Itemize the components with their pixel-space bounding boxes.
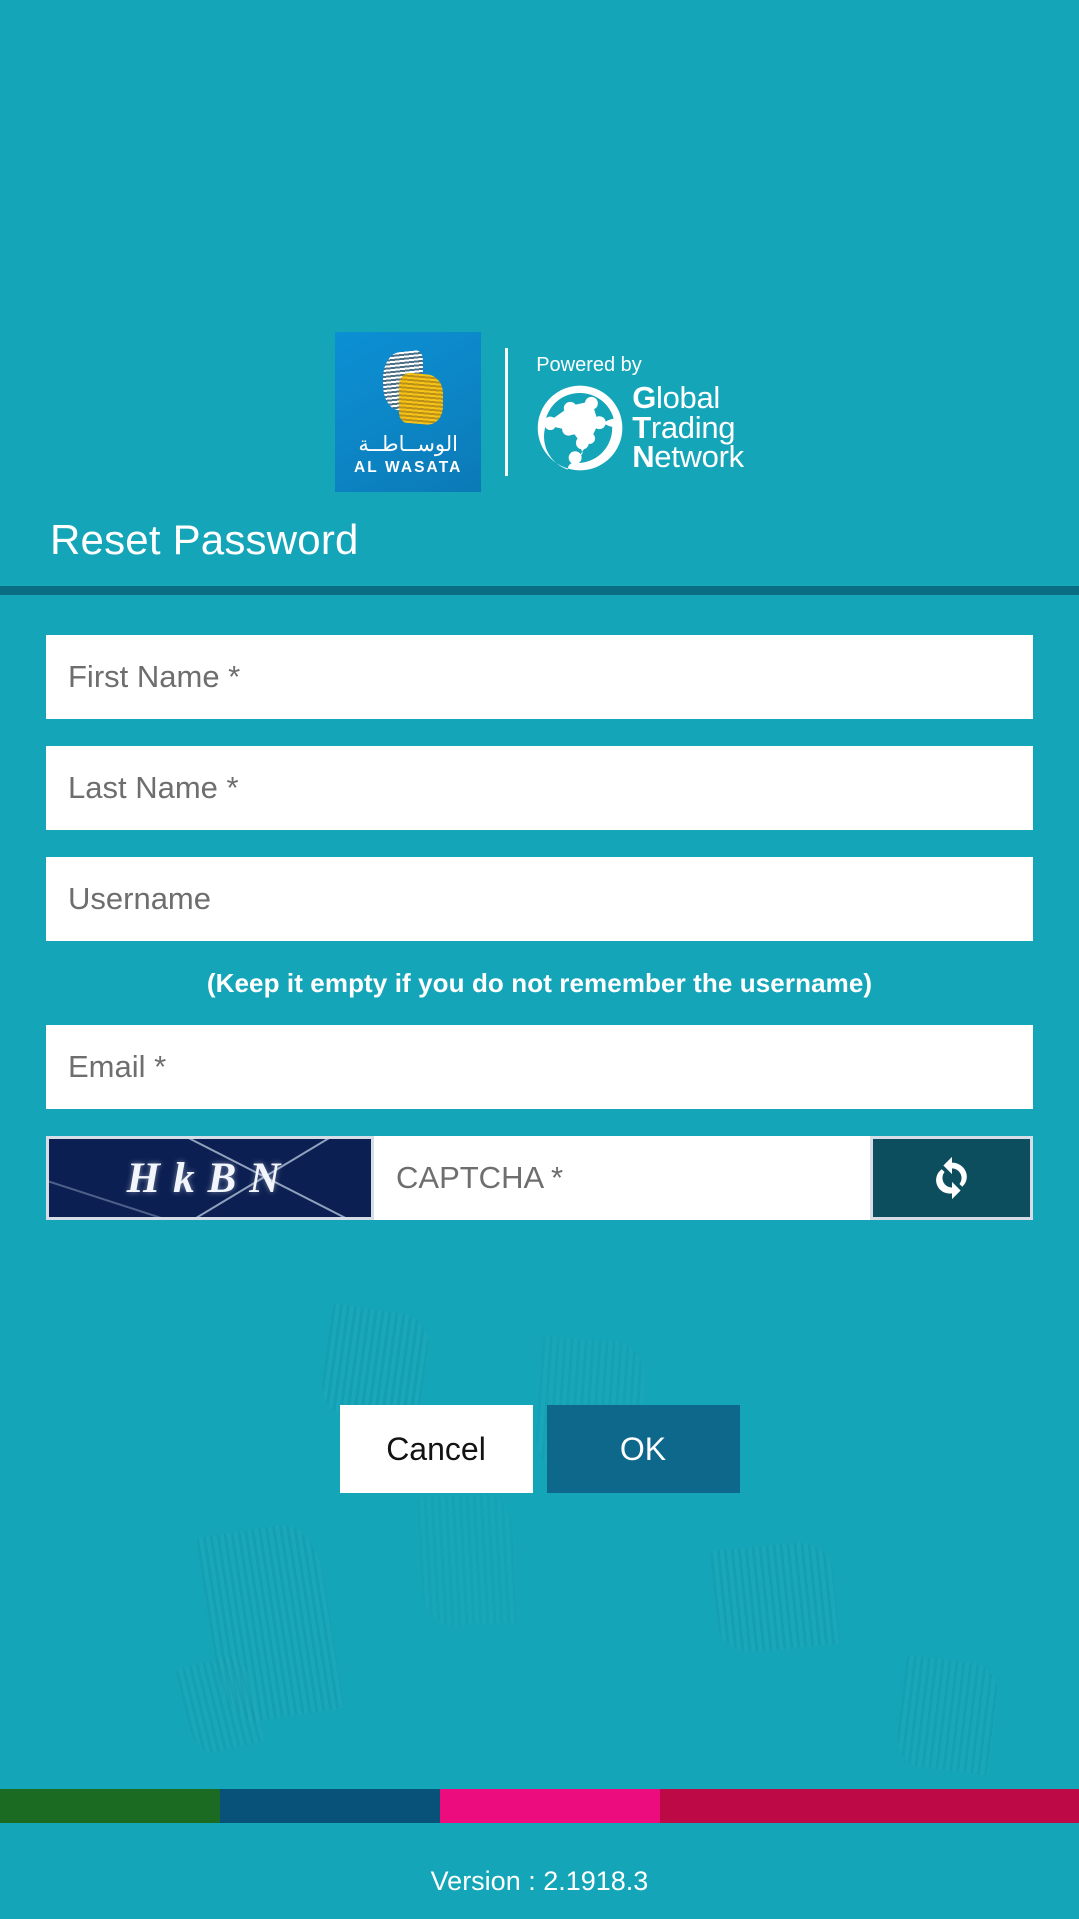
watermark-shape [416, 1492, 519, 1628]
captcha-input[interactable] [374, 1136, 870, 1220]
global-trading-network-logo: Powered by Global Trading Network [534, 351, 744, 474]
username-input[interactable] [46, 857, 1033, 941]
globe-network-icon [537, 385, 623, 470]
al-wasata-latin-name: AL WASATA [353, 459, 463, 476]
refresh-icon [935, 1156, 967, 1200]
username-field[interactable] [46, 857, 1033, 941]
title-divider [0, 586, 1079, 595]
version-label: Version : 2.1918.3 [430, 1866, 649, 1896]
powered-by-label: Powered by [536, 353, 642, 376]
color-band-magenta [440, 1789, 661, 1823]
first-name-input[interactable] [46, 635, 1033, 719]
captcha-challenge-image: HkBN [46, 1136, 374, 1220]
footer-color-bar [0, 1789, 1079, 1823]
gtn-line3-initial: N [632, 439, 655, 475]
watermark-shape [893, 1654, 1002, 1776]
logo-divider [505, 348, 509, 476]
first-name-field[interactable] [46, 635, 1033, 719]
ok-button[interactable]: OK [546, 1405, 740, 1493]
last-name-field[interactable] [46, 746, 1033, 830]
last-name-input[interactable] [46, 746, 1033, 830]
form-actions: Cancel OK [0, 1405, 1079, 1493]
gtn-line3-rest: etwork [654, 439, 744, 475]
watermark-shape [195, 1519, 345, 1727]
watermark-shape [175, 1652, 265, 1758]
reset-password-form: (Keep it empty if you do not remember th… [0, 635, 1079, 1220]
email-field[interactable] [46, 1025, 1033, 1109]
watermark-shape [709, 1539, 841, 1656]
al-wasata-arabic-name: الوســاطــة [358, 433, 459, 456]
al-wasata-logo: الوســاطــة AL WASATA [335, 332, 482, 492]
emblem-gold-fan [399, 371, 444, 427]
username-hint-text: (Keep it empty if you do not remember th… [206, 968, 873, 998]
gtn-wordmark: Global Trading Network [632, 382, 744, 475]
captcha-input-wrapper[interactable] [374, 1136, 870, 1220]
cancel-button[interactable]: Cancel [339, 1405, 533, 1493]
captcha-challenge-text: HkBN [126, 1154, 294, 1202]
color-band-blue [220, 1789, 441, 1823]
al-wasata-emblem-icon [369, 349, 447, 427]
captcha-refresh-button[interactable] [870, 1136, 1033, 1220]
captcha-row: HkBN [46, 1136, 1033, 1220]
color-band-green [0, 1789, 221, 1823]
branding-header: الوســاطــة AL WASATA Powered by Global … [0, 332, 1079, 492]
page-title: Reset Password [50, 516, 359, 563]
email-input[interactable] [46, 1025, 1033, 1109]
color-band-crimson [660, 1789, 1079, 1823]
reset-password-screen: الوســاطــة AL WASATA Powered by Global … [0, 0, 1079, 1919]
